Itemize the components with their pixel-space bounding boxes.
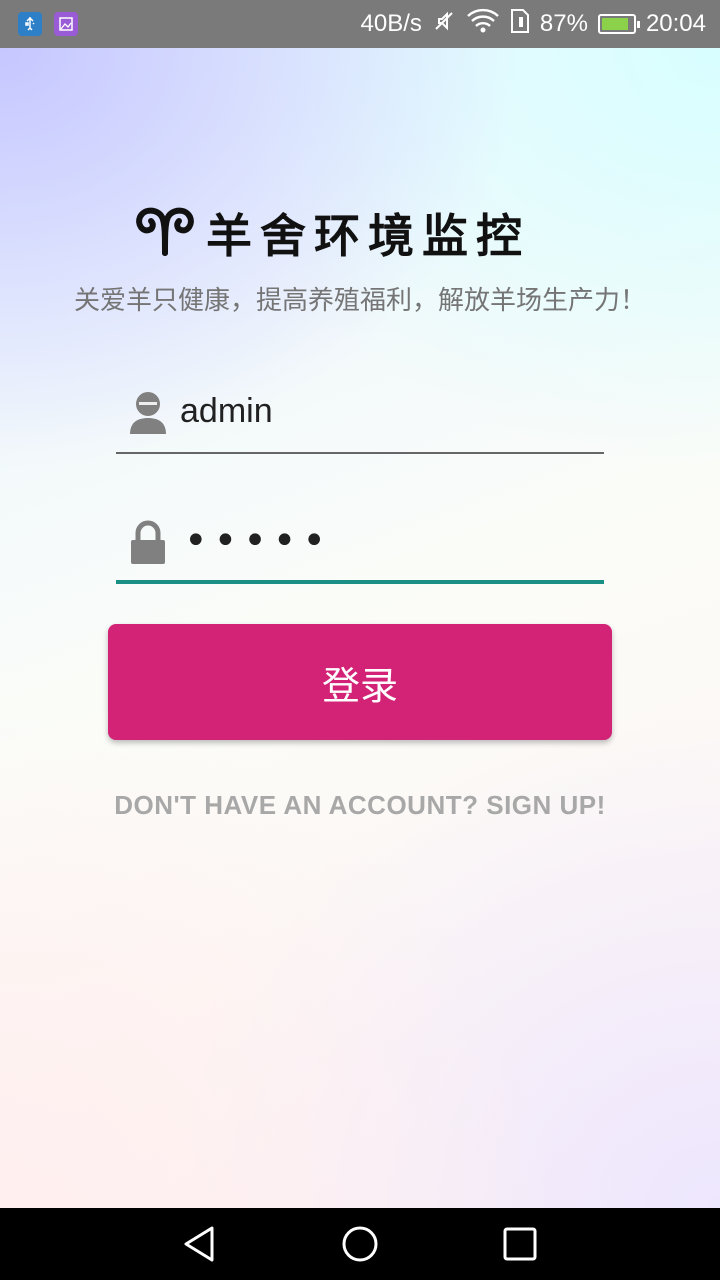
- battery-percent: 87%: [539, 10, 588, 37]
- lock-icon: [128, 520, 168, 566]
- wifi-icon: [466, 8, 500, 41]
- password-value: •••••: [184, 518, 332, 564]
- app-title: 羊舍环境监控: [206, 209, 530, 263]
- status-bar-system: 40B/s 87% 20:04: [361, 0, 706, 48]
- signup-link[interactable]: DON'T HAVE AN ACCOUNT? SIGN UP!: [0, 790, 720, 821]
- navigation-bar: [0, 1208, 720, 1280]
- status-bar: 40B/s 87% 20:04: [0, 0, 720, 48]
- login-screen: 羊舍环境监控 关爱羊只健康，提高养殖福利，解放羊场生产力！ admin ••••…: [0, 48, 720, 1208]
- user-icon: [128, 390, 168, 436]
- home-icon[interactable]: [340, 1224, 380, 1264]
- username-field[interactable]: admin: [116, 370, 604, 454]
- status-bar-notifications: [18, 12, 78, 36]
- back-icon[interactable]: [180, 1224, 220, 1264]
- usb-icon: [18, 12, 42, 36]
- gallery-icon: [54, 12, 78, 36]
- ram-horns-icon: [132, 205, 198, 261]
- login-button[interactable]: 登录: [108, 624, 612, 740]
- slogan: 关爱羊只健康，提高养殖福利，解放羊场生产力！: [73, 286, 646, 316]
- recents-icon[interactable]: [500, 1224, 540, 1264]
- battery-charging-icon: [597, 14, 640, 34]
- password-field[interactable]: •••••: [116, 500, 604, 584]
- sim-icon: [510, 8, 530, 41]
- clock: 20:04: [645, 10, 706, 37]
- net-speed: 40B/s: [360, 10, 422, 37]
- mute-icon: [432, 9, 456, 40]
- app-header: 羊舍环境监控: [132, 198, 602, 268]
- battery-level: [601, 18, 629, 30]
- username-value: admin: [180, 392, 273, 430]
